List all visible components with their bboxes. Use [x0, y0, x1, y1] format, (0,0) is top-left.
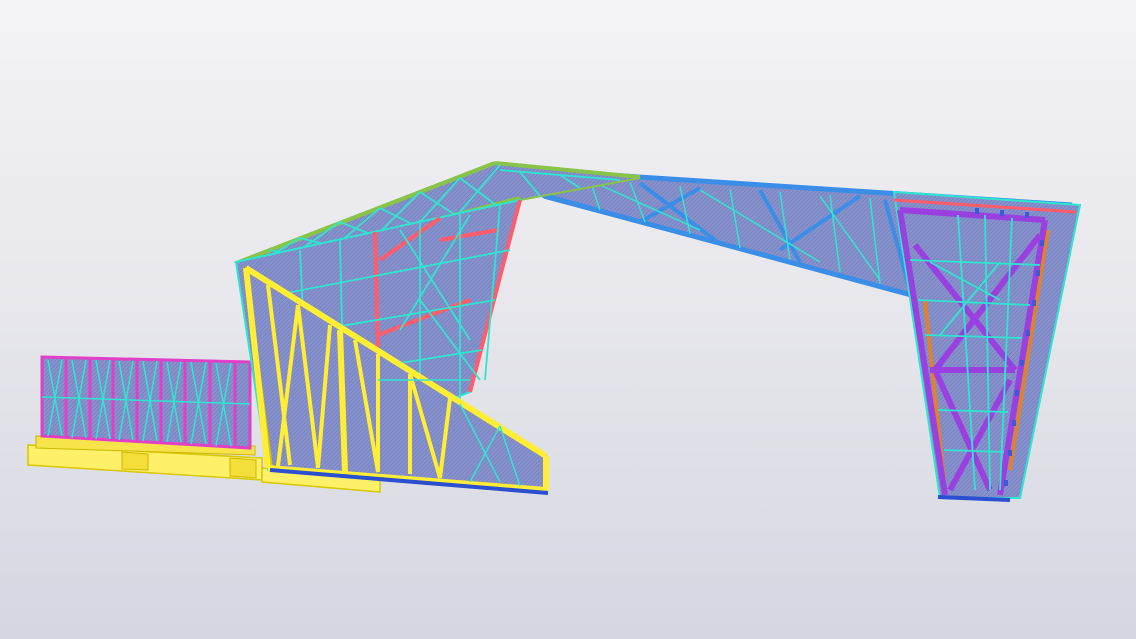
structural-model-drawing — [27, 161, 1082, 502]
right-tower — [892, 190, 1082, 502]
left-wall-frame — [40, 355, 252, 450]
3d-model-viewport[interactable] — [0, 0, 1136, 639]
